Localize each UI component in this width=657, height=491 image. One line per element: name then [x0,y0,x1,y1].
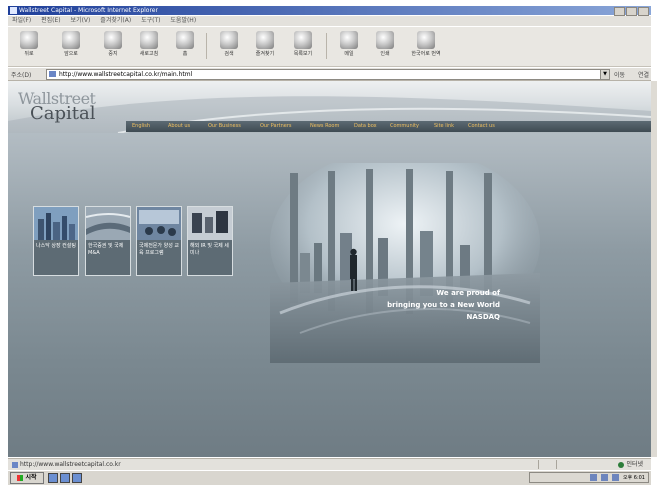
status-divider [556,460,557,469]
back-button[interactable]: 뒤로 [14,31,44,57]
windows-logo-icon [17,474,24,481]
quicklaunch-outlook-icon[interactable] [72,473,82,483]
quicklaunch-desktop-icon[interactable] [48,473,58,483]
go-button[interactable]: 이동 [614,70,625,79]
home-icon [176,31,194,49]
vertical-scrollbar[interactable] [651,81,657,457]
status-divider [538,460,539,469]
search-button[interactable]: 검색 [214,31,244,57]
taskbar: 시작 오후 6:01 [8,470,651,485]
page-icon [12,461,18,468]
mail-icon [340,31,358,49]
skyline-thumbnail [34,207,78,240]
slogan-line-2: bringing you to a New World [387,301,500,309]
start-label: 시작 [25,474,37,481]
menu-tools[interactable]: 도구(T) [141,17,160,24]
toolbar-separator [206,33,207,59]
menu-view[interactable]: 보기(V) [71,17,91,24]
tray-ime-icon[interactable] [612,474,620,481]
print-icon [376,31,394,49]
search-icon [220,31,238,49]
favorites-icon [256,31,274,49]
menu-edit[interactable]: 편집(E) [41,17,61,24]
toolbar-separator [326,33,327,59]
history-icon [294,31,312,49]
office-thumbnail [188,207,232,240]
quicklaunch-ie-icon[interactable] [60,473,70,483]
meeting-thumbnail [137,207,181,240]
address-bar: 주소(D) http://www.wallstreetcapital.co.kr… [8,68,651,81]
start-button[interactable]: 시작 [10,472,44,484]
zone-label: 인터넷 [626,461,643,468]
stop-button[interactable]: 중지 [98,31,128,57]
links-button[interactable]: 연결 [638,70,649,79]
favorites-button[interactable]: 즐겨찾기 [250,31,280,57]
thumb-caption: 해외 IR 및 국제 세미나 [190,243,229,256]
close-button[interactable] [638,7,649,16]
thumb-caption: 한국증권 및 국제 M&A [88,243,124,256]
status-bar: http://www.wallstreetcapital.co.kr 인터넷 [8,458,651,470]
ie-icon [10,7,17,14]
window-controls [614,7,649,16]
home-button[interactable]: 홈 [170,31,200,57]
address-input[interactable]: http://www.wallstreetcapital.co.kr/main.… [46,69,608,80]
status-text: http://www.wallstreetcapital.co.kr [12,459,121,470]
window-title: Wallstreet Capital - Microsoft Internet … [19,7,158,14]
refresh-icon [140,31,158,49]
forward-button[interactable]: 앞으로 [56,31,86,57]
back-arrow-icon [20,31,38,49]
internet-zone-icon [618,461,625,468]
browser-toolbar: 뒤로 앞으로 중지 새로고침 홈 검색 즐겨찾기 목록보기 메일 인쇄 한국어로… [8,27,651,67]
slogan-line-3: NASDAQ [466,313,501,321]
refresh-button[interactable]: 새로고침 [134,31,164,57]
link-securities-ma[interactable]: 한국증권 및 국제 M&A [85,206,131,276]
stop-icon [104,31,122,49]
nav-about-us[interactable]: About us [168,121,190,132]
menu-favorites[interactable]: 즐겨찾기(A) [100,17,131,24]
hero-slogan: We are proud of bringing you to a New Wo… [330,287,500,323]
link-ir-seminar[interactable]: 해외 IR 및 국제 세미나 [187,206,233,276]
translate-button[interactable]: 한국어로 번역 [406,31,446,57]
logo-capital[interactable]: Capital [30,103,96,124]
window-title-bar: Wallstreet Capital - Microsoft Internet … [8,6,651,16]
nav-english[interactable]: English [132,121,150,132]
mail-button[interactable]: 메일 [334,31,364,57]
history-button[interactable]: 목록보기 [288,31,318,57]
nav-site-link[interactable]: Site link [434,121,454,132]
address-dropdown-button[interactable]: ▼ [600,69,610,80]
forward-arrow-icon [62,31,80,49]
translate-icon [417,31,435,49]
page-icon [49,71,56,77]
nav-our-partners[interactable]: Our Partners [260,121,292,132]
slogan-line-1: We are proud of [436,289,500,297]
nav-news-room[interactable]: News Room [310,121,339,132]
hero-image [270,163,540,363]
highway-thumbnail [85,207,131,240]
menu-bar: 파일(F) 편집(E) 보기(V) 즐겨찾기(A) 도구(T) 도움말(H) [8,16,651,26]
nav-our-business[interactable]: Our Business [208,121,241,132]
thumb-caption: 국제전문가 양성 교육 프로그램 [139,243,179,256]
print-button[interactable]: 인쇄 [370,31,400,57]
menu-file[interactable]: 파일(F) [12,17,31,24]
address-url: http://www.wallstreetcapital.co.kr/main.… [59,71,193,78]
status-url: http://www.wallstreetcapital.co.kr [20,461,121,468]
tray-clock: 오후 6:01 [622,475,645,481]
maximize-button[interactable] [626,7,637,16]
system-tray: 오후 6:01 [529,472,649,483]
nav-contact-us[interactable]: Contact us [468,121,495,132]
tray-volume-icon[interactable] [601,474,609,481]
link-expert-training[interactable]: 국제전문가 양성 교육 프로그램 [136,206,182,276]
link-nasdaq-listing[interactable]: 나스닥 상장 컨설팅 [33,206,79,276]
nav-community[interactable]: Community [390,121,419,132]
nav-data-box[interactable]: Data box [354,121,377,132]
thumb-caption: 나스닥 상장 컨설팅 [36,243,76,249]
site-header: Wallstreet Capital English About us Our … [8,81,651,133]
site-nav: English About us Our Business Our Partne… [126,121,651,132]
page-viewport: Wallstreet Capital English About us Our … [8,81,651,457]
menu-help[interactable]: 도움말(H) [170,17,196,24]
security-zone: 인터넷 [618,459,643,470]
address-label: 주소(D) [11,72,32,79]
minimize-button[interactable] [614,7,625,16]
tray-network-icon[interactable] [590,474,598,481]
